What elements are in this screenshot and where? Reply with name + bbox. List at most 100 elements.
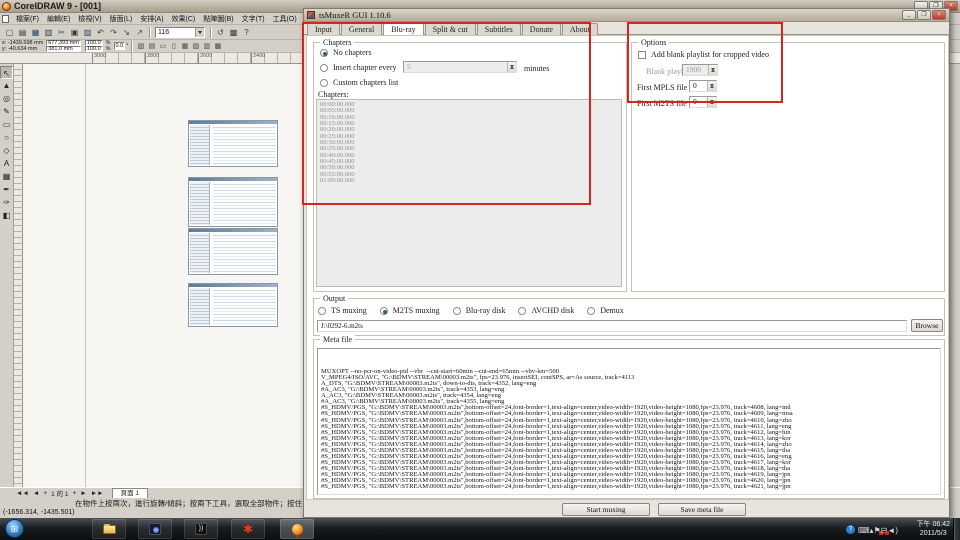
maximize-button[interactable]: ❐ (917, 10, 931, 20)
first-mpls-spinner[interactable]: 0 (689, 80, 717, 92)
chevron-up-icon[interactable]: ▴ (870, 526, 874, 535)
taskbar-clock[interactable]: 下午 06:42 2011/5/3 (917, 520, 950, 538)
tab[interactable]: Split & cut (425, 23, 476, 35)
propbar-icon[interactable]: ▦ (179, 41, 190, 52)
output-mode-radio[interactable]: AVCHD disk (518, 304, 574, 317)
menu-item[interactable]: 編輯(E) (43, 16, 74, 23)
pasted-screenshot-thumbnail[interactable] (188, 177, 278, 227)
output-mode-radio[interactable]: TS muxing (318, 304, 367, 317)
previous-page-button[interactable]: ◄ (31, 490, 41, 497)
pasted-screenshot-thumbnail[interactable] (188, 228, 278, 275)
graph-paper-icon[interactable]: ▩ (227, 26, 240, 38)
propbar-icon[interactable]: ▧ (135, 41, 146, 52)
volume-icon[interactable]: ◄) (887, 526, 898, 535)
start-button[interactable]: ⊞ (5, 519, 24, 538)
chapters-radio-option[interactable]: Insert chapter every (320, 60, 398, 75)
taskbar-app-corel-capture[interactable]: ✱ (231, 519, 265, 539)
page-tab[interactable]: 頁面 1 (112, 488, 148, 498)
close-button[interactable]: × (932, 10, 946, 20)
browse-button[interactable]: Browse (911, 319, 943, 332)
zoom-level-combo[interactable]: 116 (155, 27, 205, 38)
keyboard-icon[interactable]: ⌨ (858, 526, 870, 535)
import-icon[interactable]: ↘ (120, 26, 133, 38)
output-mode-radio[interactable]: Blu-ray disk (453, 304, 506, 317)
pick-tool[interactable]: ↖ (0, 66, 13, 79)
zoom-tool[interactable]: ◎ (0, 92, 13, 105)
print-icon[interactable]: ▥ (42, 26, 55, 38)
tab[interactable]: Subtitles (477, 23, 521, 35)
menu-item[interactable]: 點陣圖(B) (199, 16, 237, 23)
polygon-tool[interactable]: ◇ (0, 144, 13, 157)
last-page-button[interactable]: ►► (89, 490, 106, 497)
help-pointer-icon[interactable]: ? (240, 26, 253, 38)
spinner-arrows-icon[interactable] (507, 62, 516, 72)
taskbar-app-media-player[interactable] (138, 519, 172, 539)
freehand-tool[interactable]: ✎ (0, 105, 13, 118)
scale-y-value[interactable]: 100.0 (85, 46, 103, 52)
tab[interactable]: Donate (522, 23, 561, 35)
taskbar-app-audio[interactable]: )) (184, 519, 218, 539)
propbar-icon[interactable]: ▥ (201, 41, 212, 52)
pasted-screenshot-thumbnail[interactable] (188, 283, 278, 327)
blank-playlist-spinner[interactable]: 1900 (682, 64, 718, 76)
paste-icon[interactable]: ▨ (81, 26, 94, 38)
refresh-icon[interactable]: ↺ (214, 26, 227, 38)
spinner-arrows-icon[interactable] (707, 81, 716, 91)
taskbar-app-explorer[interactable] (92, 519, 126, 539)
menu-item[interactable]: 檔案(F) (12, 16, 43, 23)
propbar-icon[interactable]: ▯ (168, 41, 179, 52)
eyedropper-tool[interactable]: ✒ (0, 183, 13, 196)
output-mode-radio[interactable]: Demux (587, 304, 624, 317)
pasted-screenshot-thumbnail[interactable] (188, 120, 278, 167)
add-page-button[interactable]: + (41, 490, 49, 497)
save-icon[interactable]: ▦ (29, 26, 42, 38)
export-icon[interactable]: ↗ (133, 26, 146, 38)
rotation-angle-value[interactable]: 0.0 (114, 42, 126, 50)
spinner-arrows-icon[interactable] (708, 65, 717, 75)
ellipse-tool[interactable]: ○ (0, 131, 13, 144)
copy-icon[interactable]: ▣ (68, 26, 81, 38)
object-height-value[interactable]: 381.0 mm (46, 46, 81, 52)
open-icon[interactable]: ▤ (16, 26, 29, 38)
menu-item[interactable]: 工具(O) (269, 16, 301, 23)
taskbar-app-coreldraw[interactable] (280, 519, 314, 539)
menu-item[interactable]: 效果(C) (168, 16, 200, 23)
menu-item[interactable]: 檢視(V) (74, 16, 105, 23)
menu-item[interactable]: 版面(L) (106, 16, 137, 23)
rectangle-tool[interactable]: ▭ (0, 118, 13, 131)
propbar-icon[interactable]: ▨ (190, 41, 201, 52)
shape-tool[interactable]: ▲ (0, 79, 13, 92)
redo-icon[interactable]: ↷ (107, 26, 120, 38)
text-tool[interactable]: A (0, 157, 13, 170)
next-page-button[interactable]: ► (78, 490, 88, 497)
tab[interactable]: Input (307, 23, 340, 35)
chapters-radio-option[interactable]: No chapters (320, 45, 398, 60)
propbar-icon[interactable]: ▩ (212, 41, 223, 52)
new-icon[interactable]: ▢ (3, 26, 16, 38)
chapters-radio-option[interactable]: Custom chapters list (320, 75, 398, 90)
tsmuxer-titlebar[interactable]: tsMuxeR GUI 1.10.6 _ ❐ × (304, 9, 949, 22)
output-file-path-field[interactable]: J:\0292-6.m2ts (317, 320, 907, 332)
tab[interactable]: About (562, 23, 598, 35)
blank-playlist-checkbox[interactable]: Add blank playlist for cropped video (638, 47, 769, 62)
y-position-value[interactable]: -40.634 mm (8, 46, 37, 52)
first-m2ts-spinner[interactable]: 0 (689, 96, 717, 108)
propbar-icon[interactable]: ▭ (157, 41, 168, 52)
menu-item[interactable]: 安排(A) (136, 16, 167, 23)
menu-item[interactable]: 文字(T) (238, 16, 269, 23)
undo-icon[interactable]: ↶ (94, 26, 107, 38)
chapter-interval-spinner[interactable]: 5 (403, 61, 517, 73)
chapters-list[interactable]: 00:00:00.00000:05:00.00000:10:00.00000:1… (316, 99, 622, 287)
add-page-button[interactable]: + (70, 490, 78, 497)
fill-tool[interactable]: ◧ (0, 209, 13, 222)
outline-tool[interactable]: ✑ (0, 196, 13, 209)
help-icon[interactable]: ? (846, 525, 855, 534)
output-mode-radio[interactable]: M2TS muxing (380, 304, 440, 317)
tab[interactable]: General (341, 23, 382, 35)
interactive-fill-tool[interactable]: ▦ (0, 170, 13, 183)
spinner-arrows-icon[interactable] (707, 97, 716, 107)
save-meta-file-button[interactable]: Save meta file (658, 503, 746, 516)
show-desktop-button[interactable] (953, 518, 960, 540)
propbar-icon[interactable]: ▤ (146, 41, 157, 52)
cut-icon[interactable]: ✂ (55, 26, 68, 38)
